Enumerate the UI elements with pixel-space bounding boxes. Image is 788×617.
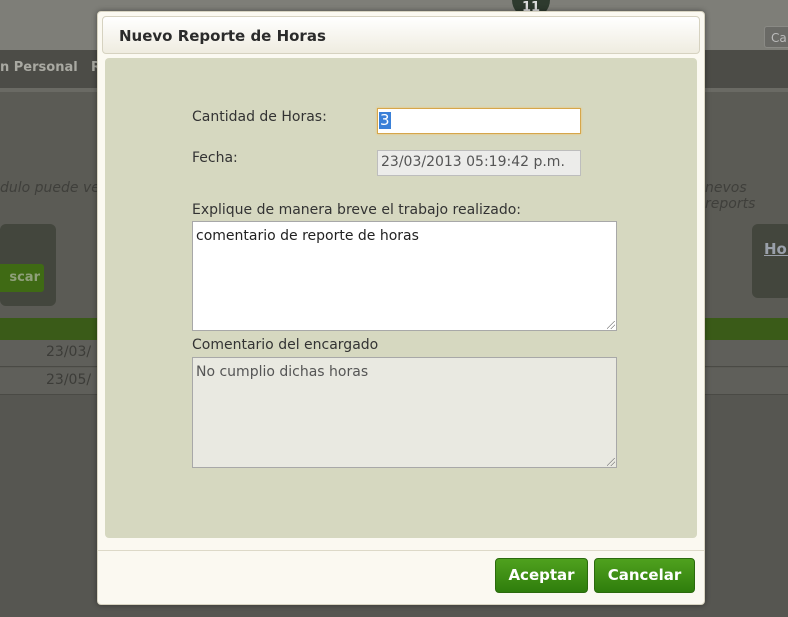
footer-divider (98, 550, 704, 551)
hours-input-value: 3 (379, 111, 391, 129)
hours-input[interactable]: 3 (377, 108, 581, 134)
hours-label: Cantidad de Horas: (192, 109, 327, 125)
hours-card (752, 224, 788, 298)
work-description-label: Explique de manera breve el trabajo real… (192, 202, 522, 218)
date-field: 23/03/2013 05:19:42 p.m. (377, 150, 581, 176)
date-label: Fecha: (192, 150, 238, 166)
row-date: 23/03/ (46, 344, 92, 360)
dialog-title: Nuevo Reporte de Horas (119, 27, 326, 45)
dialog-content: Cantidad de Horas: 3 Fecha: 23/03/2013 0… (105, 58, 697, 538)
dialog-titlebar[interactable]: Nuevo Reporte de Horas (102, 16, 700, 54)
search-button[interactable]: scar (0, 264, 44, 292)
work-description-textarea[interactable]: comentario de reporte de horas (192, 221, 617, 331)
resize-grip-icon[interactable] (607, 321, 615, 329)
manager-comment-label: Comentario del encargado (192, 337, 379, 353)
nav-item-personal[interactable]: n Personal (0, 60, 78, 75)
header-button[interactable]: Ca (764, 26, 788, 48)
page-description-right: nevos reports (705, 180, 756, 212)
page-description-left: dulo puede ver (0, 180, 106, 196)
manager-comment-textarea: No cumplio dichas horas (192, 357, 617, 468)
new-hours-report-dialog: Nuevo Reporte de Horas Cantidad de Horas… (97, 11, 705, 605)
work-description-value: comentario de reporte de horas (196, 228, 419, 244)
accept-button[interactable]: Aceptar (495, 558, 588, 593)
manager-comment-value: No cumplio dichas horas (196, 364, 369, 380)
row-date: 23/05/ (46, 372, 92, 388)
cancel-button[interactable]: Cancelar (594, 558, 695, 593)
resize-grip-icon[interactable] (607, 458, 615, 466)
hours-card-link[interactable]: Hor (764, 240, 788, 258)
